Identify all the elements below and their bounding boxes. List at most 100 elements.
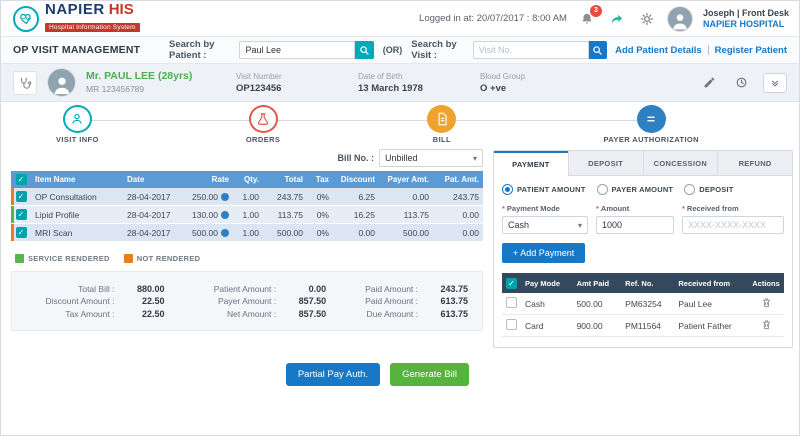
search-visit-button[interactable] — [588, 41, 608, 59]
patient-bar-actions — [699, 72, 787, 93]
radio-deposit[interactable]: DEPOSIT — [684, 184, 733, 195]
step-bill-active[interactable]: BILL — [427, 105, 457, 144]
header-right: Logged in at: 20/07/2017 : 8:00 AM 3 Jos… — [419, 4, 789, 32]
total-cell: 113.75 — [263, 205, 307, 224]
search-patient-input[interactable] — [239, 41, 356, 59]
tab-payment[interactable]: PAYMENT — [494, 151, 568, 176]
col-discount: Discount — [333, 171, 379, 188]
rate-info-icon[interactable] — [221, 192, 229, 201]
search-icon — [360, 45, 369, 55]
payment-mode-select[interactable]: Cash ▾ — [502, 216, 588, 234]
col-pat-amt: Pat. Amt. — [433, 171, 483, 188]
stethoscope-icon[interactable] — [13, 70, 37, 95]
payment-row: Card 900.00 PM11564 Patient Father — [502, 314, 784, 337]
tax-cell: 0% — [307, 223, 333, 242]
add-payment-button[interactable]: + Add Payment — [502, 243, 586, 263]
search-visit-label: Search by Visit : — [411, 39, 457, 61]
date-cell: 28-04-2017 — [123, 205, 183, 224]
payments-table-header-row: ✓ Pay Mode Amt Paid Ref. No. Received fr… — [502, 273, 784, 293]
brand-text: NAPIER HIS Hospital Information System — [45, 2, 140, 34]
row-checkbox[interactable]: ✓ — [15, 209, 27, 220]
brand-logo: NAPIER HIS Hospital Information System — [13, 2, 140, 34]
pay-mode-cell: Cash — [521, 293, 573, 315]
tab-refund[interactable]: REFUND — [717, 151, 792, 176]
share-icon[interactable] — [607, 9, 627, 29]
user-info: Joseph | Front Desk NAPIER HOSPITAL — [703, 8, 789, 30]
payment-row-checkbox[interactable] — [506, 319, 517, 330]
gear-icon[interactable] — [637, 9, 657, 29]
visit-number-block: Visit Number OP123456 — [236, 71, 348, 95]
payment-mode-label: Payment Mode — [506, 204, 560, 213]
tax-cell: 0% — [307, 205, 333, 224]
tab-deposit[interactable]: DEPOSIT — [567, 151, 643, 176]
tab-concession[interactable]: CONCESSION — [642, 151, 718, 176]
bill-item-row: ✓ MRI Scan 28-04-2017 500.00 1.00 500.00… — [11, 223, 483, 242]
bill-no-row: Bill No. : Unbilled ▾ — [11, 148, 483, 168]
discount-cell: 6.25 — [333, 188, 379, 206]
received-from-input[interactable] — [682, 216, 784, 234]
select-all-checkbox[interactable]: ✓ — [15, 174, 27, 185]
summary-row: Paid Amount :243.75 — [365, 283, 468, 294]
bill-items-table: ✓ Item Name Date Rate Qty. Total Tax Dis… — [11, 171, 483, 242]
bill-summary: Total Bill :880.00 Discount Amount :22.5… — [11, 271, 483, 331]
dob-block: Date of Birth 13 March 1978 — [358, 71, 470, 95]
chevron-double-down-icon[interactable] — [763, 72, 787, 93]
summary-row: Due Amount :613.75 — [366, 308, 468, 319]
history-clock-icon[interactable] — [731, 73, 751, 93]
amount-input[interactable] — [596, 216, 674, 234]
page-title: OP VISIT MANAGEMENT — [13, 44, 141, 56]
item-name-cell: Lipid Profile — [31, 205, 123, 224]
date-cell: 28-04-2017 — [123, 188, 183, 206]
patient-avatar — [47, 68, 76, 97]
payment-mode-field: * Payment Mode Cash ▾ — [502, 204, 588, 234]
row-checkbox[interactable]: ✓ — [15, 191, 27, 202]
discount-cell: 16.25 — [333, 205, 379, 224]
bill-item-row: ✓ OP Consultation 28-04-2017 250.00 1.00… — [11, 188, 483, 206]
register-patient-link[interactable]: Register Patient — [715, 45, 787, 56]
summary-row: Tax Amount :22.50 — [65, 308, 165, 319]
col-date: Date — [123, 171, 183, 188]
radio-payer-amount[interactable]: PAYER AMOUNT — [596, 184, 674, 195]
payment-panel-body: PATIENT AMOUNT PAYER AMOUNT DEPOSIT * Pay… — [494, 176, 792, 347]
radio-patient-amount[interactable]: PATIENT AMOUNT — [502, 184, 586, 195]
edit-pencil-icon[interactable] — [699, 73, 719, 93]
search-patient-button[interactable] — [355, 41, 374, 59]
col-ref-no: Ref. No. — [621, 273, 675, 293]
delete-trash-icon[interactable] — [761, 297, 772, 308]
step-payer-authorization[interactable]: PAYER AUTHORIZATION — [603, 105, 699, 144]
generate-bill-button[interactable]: Generate Bill — [390, 363, 469, 386]
row-checkbox[interactable]: ✓ — [15, 227, 27, 238]
patient-name: Mr. PAUL LEE (28yrs) — [86, 69, 193, 82]
visit-info-icon — [62, 105, 92, 133]
bill-table-header-row: ✓ Item Name Date Rate Qty. Total Tax Dis… — [11, 171, 483, 188]
partial-pay-auth-button[interactable]: Partial Pay Auth. — [285, 363, 381, 386]
rate-info-icon[interactable] — [221, 210, 229, 219]
caret-down-icon: ▾ — [472, 153, 477, 163]
payer-amt-cell: 0.00 — [379, 188, 433, 206]
required-asterisk: * — [502, 204, 505, 213]
col-rate: Rate — [183, 171, 233, 188]
add-patient-details-link[interactable]: Add Patient Details — [615, 45, 702, 56]
search-visit-input[interactable] — [472, 41, 589, 59]
item-name-cell: MRI Scan — [31, 223, 123, 242]
bill-no-select[interactable]: Unbilled ▾ — [379, 149, 483, 167]
pat-amt-cell: 0.00 — [433, 223, 483, 242]
step-visit-info[interactable]: VISIT INFO — [56, 105, 99, 144]
service-status-legend: SERVICE RENDERED NOT RENDERED — [11, 254, 483, 263]
col-pay-mode: Pay Mode — [521, 273, 573, 293]
col-payer-amt: Payer Amt. — [379, 171, 433, 188]
amount-label: Amount — [600, 204, 630, 213]
select-all-payments-checkbox[interactable]: ✓ — [506, 277, 517, 289]
dob-value: 13 March 1978 — [358, 82, 423, 94]
qty-cell: 1.00 — [233, 188, 263, 206]
received-from-cell: Patient Father — [674, 314, 748, 337]
notifications-bell-icon[interactable]: 3 — [577, 4, 602, 29]
user-avatar[interactable] — [666, 5, 693, 32]
search-area: Search by Patient : (OR) Search by Visit… — [169, 39, 608, 61]
payment-row-checkbox[interactable] — [506, 297, 517, 308]
delete-trash-icon[interactable] — [761, 319, 772, 330]
rate-info-icon[interactable] — [221, 228, 229, 237]
col-total: Total — [263, 171, 307, 188]
step-orders[interactable]: ORDERS — [246, 105, 281, 144]
logged-in-timestamp: Logged in at: 20/07/2017 : 8:00 AM — [419, 13, 567, 24]
